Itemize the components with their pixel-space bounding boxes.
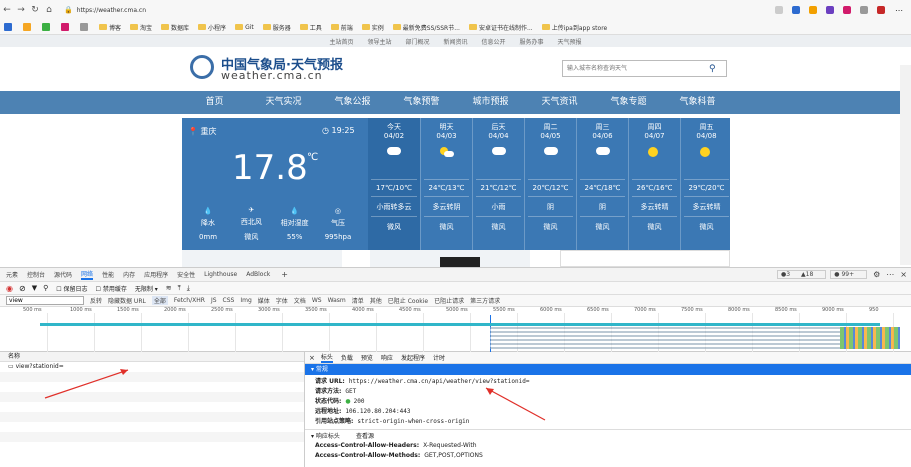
annotation-arrows bbox=[44, 369, 546, 421]
annotation-arrow bbox=[485, 387, 546, 421]
annotation-arrow bbox=[44, 369, 129, 399]
